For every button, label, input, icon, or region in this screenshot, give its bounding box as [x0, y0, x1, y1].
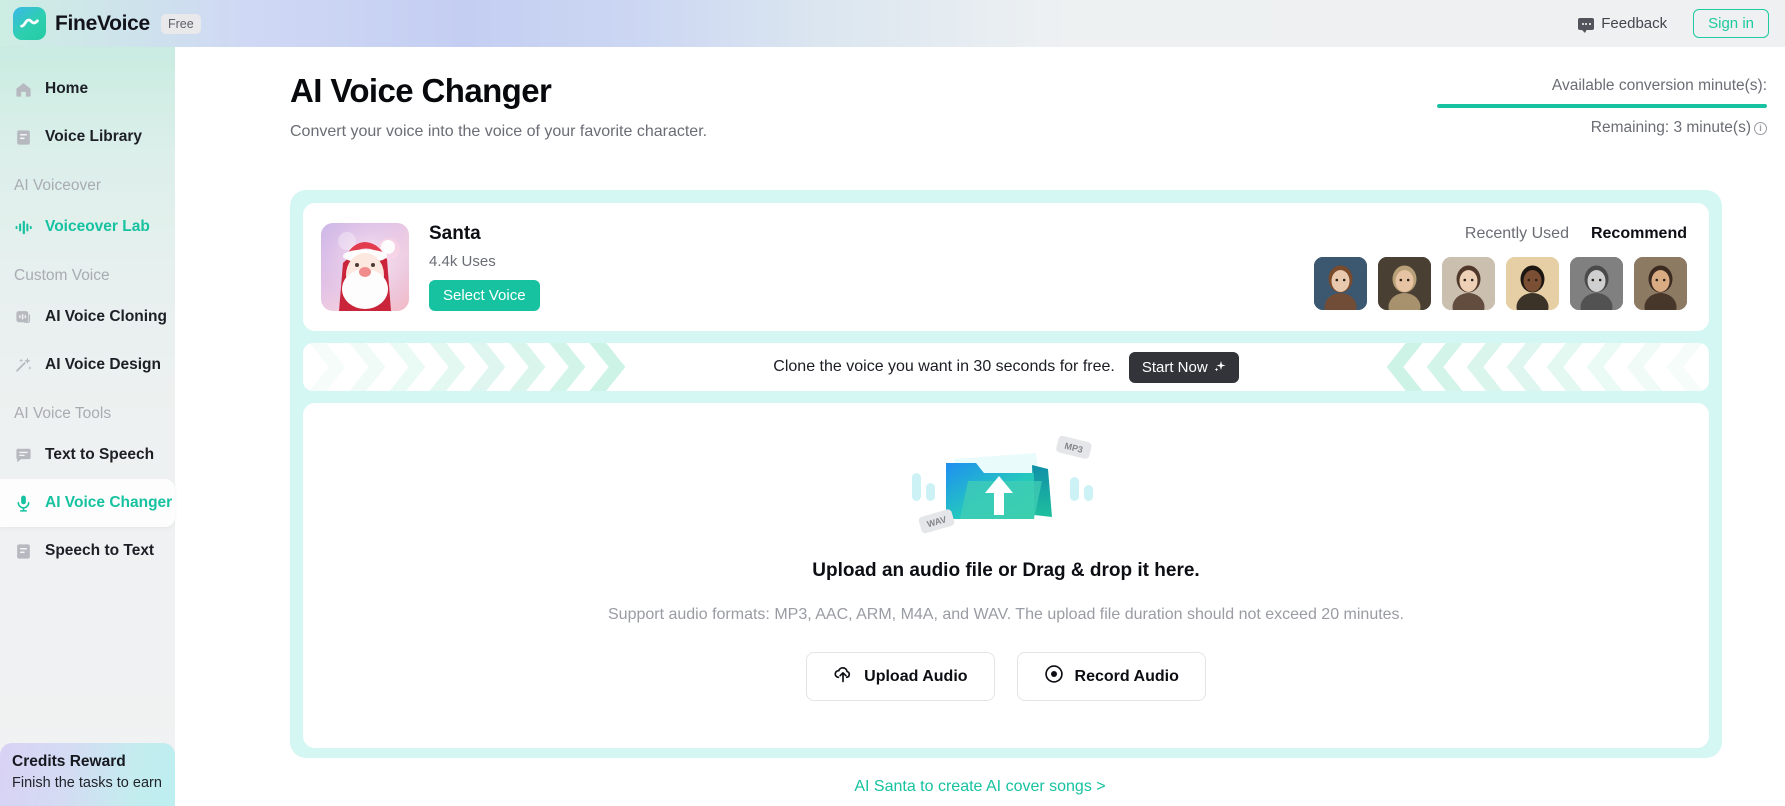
voice-name: Santa — [429, 223, 481, 244]
record-audio-label: Record Audio — [1074, 667, 1179, 685]
upload-audio-button[interactable]: Upload Audio — [806, 652, 995, 701]
upload-actions: Upload Audio Record Audio — [806, 652, 1206, 701]
voice-avatar-5[interactable] — [1570, 256, 1623, 310]
voice-changer-panel: Santa 4.4k Uses Select Voice Recently Us… — [290, 190, 1722, 758]
chevron-pattern-left-icon — [309, 343, 626, 391]
voice-clone-icon — [14, 308, 33, 327]
sidebar-section-ai-voice-tools: AI Voice Tools — [14, 405, 112, 422]
sidebar-item-ai-voice-design[interactable]: AI Voice Design — [0, 341, 175, 389]
top-header: FineVoice Free Feedback Sign in — [0, 0, 1785, 47]
brand-name: FineVoice — [55, 11, 150, 35]
tab-recently-used[interactable]: Recently Used — [1465, 225, 1569, 243]
credits-reward-subtitle: Finish the tasks to earn — [12, 775, 162, 791]
sidebar-item-label: AI Voice Changer — [45, 494, 173, 511]
sidebar-item-speech-to-text[interactable]: Speech to Text — [0, 527, 175, 575]
cloud-upload-icon — [833, 664, 853, 689]
upload-audio-label: Upload Audio — [864, 667, 968, 685]
tab-recommend[interactable]: Recommend — [1591, 225, 1687, 243]
available-minutes-panel: Available conversion minute(s): Remainin… — [1437, 77, 1767, 137]
sign-in-button[interactable]: Sign in — [1693, 9, 1769, 38]
voice-uses-count: 4.4k Uses — [429, 253, 496, 270]
voice-avatar-1[interactable] — [1314, 256, 1367, 310]
speech-bubble-icon — [14, 446, 33, 465]
voice-meta: Santa 4.4k Uses Select Voice — [429, 223, 540, 311]
brand-logo-group[interactable]: FineVoice Free — [0, 7, 201, 40]
app-root: FineVoice Free Feedback Sign in Home Voic… — [0, 0, 1785, 806]
santa-avatar — [321, 223, 409, 311]
voice-tabs: Recently Used Recommend — [1465, 225, 1687, 243]
sidebar-section-ai-voiceover: AI Voiceover — [14, 177, 102, 194]
select-voice-button[interactable]: Select Voice — [429, 280, 540, 311]
sidebar-item-label: Text to Speech — [45, 446, 155, 463]
main-content: AI Voice Changer Convert your voice into… — [175, 47, 1785, 806]
upload-dropzone[interactable]: WAV MP3 Upload an audio file or Drag & d… — [303, 403, 1709, 748]
remaining-minutes-row: Remaining: 3 minute(s) i — [1437, 119, 1767, 137]
info-icon[interactable]: i — [1754, 121, 1767, 135]
finevoice-wave-logo-icon — [13, 7, 46, 40]
record-audio-button[interactable]: Record Audio — [1016, 652, 1206, 701]
home-icon — [14, 80, 33, 99]
waveform-icon — [14, 218, 33, 237]
sparkle-icon — [1214, 359, 1226, 376]
sidebar-nav: Home Voice Library AI Voiceover Voiceover L… — [0, 65, 175, 575]
credits-reward-card[interactable]: Credits Reward Finish the tasks to earn — [0, 743, 175, 806]
sidebar-item-label: Home — [45, 80, 89, 97]
record-dot-icon — [1044, 664, 1064, 689]
plan-badge: Free — [160, 13, 201, 34]
sidebar-item-text-to-speech[interactable]: Text to Speech — [0, 431, 175, 479]
sidebar-item-ai-voice-cloning[interactable]: AI Voice Cloning — [0, 293, 175, 341]
sidebar-item-home[interactable]: Home — [0, 65, 175, 113]
sidebar-item-label: AI Voice Cloning — [45, 308, 167, 325]
feedback-button[interactable]: Feedback — [1578, 15, 1668, 33]
header-actions: Feedback Sign in — [1578, 9, 1785, 38]
feedback-label: Feedback — [1601, 15, 1668, 32]
upload-title: Upload an audio file or Drag & drop it h… — [812, 560, 1200, 581]
sidebar-item-label: AI Voice Design — [45, 356, 161, 373]
remaining-minutes-label: Remaining: 3 minute(s) — [1590, 119, 1751, 136]
sidebar-section-custom-voice: Custom Voice — [14, 267, 110, 284]
folder-upload-illustration-icon: WAV MP3 — [906, 431, 1106, 536]
voice-avatar-row — [1314, 256, 1687, 310]
minutes-progress-fill — [1437, 104, 1767, 108]
sidebar: Home Voice Library AI Voiceover Voiceover L… — [0, 47, 175, 806]
minutes-progress-track — [1437, 104, 1767, 108]
library-icon — [14, 128, 33, 147]
voice-avatar-2[interactable] — [1378, 256, 1431, 310]
sidebar-item-label: Voice Library — [45, 128, 143, 145]
credits-reward-title: Credits Reward — [12, 753, 126, 770]
start-now-button[interactable]: Start Now — [1128, 351, 1239, 383]
magic-wand-icon — [14, 356, 33, 375]
clone-banner-content: Clone the voice you want in 30 seconds f… — [773, 351, 1239, 383]
ai-cover-songs-link[interactable]: AI Santa to create AI cover songs > — [175, 778, 1785, 796]
voice-avatar-6[interactable] — [1634, 256, 1687, 310]
available-minutes-label: Available conversion minute(s): — [1551, 77, 1767, 94]
selected-voice-card: Santa 4.4k Uses Select Voice Recently Us… — [303, 203, 1709, 331]
sidebar-item-label: Voiceover Lab — [45, 218, 150, 235]
voice-avatar-3[interactable] — [1442, 256, 1495, 310]
sidebar-item-voiceover-lab[interactable]: Voiceover Lab — [0, 203, 175, 251]
document-icon — [14, 542, 33, 561]
voice-avatar-4[interactable] — [1506, 256, 1559, 310]
sidebar-item-label: Speech to Text — [45, 542, 155, 559]
start-now-label: Start Now — [1141, 358, 1208, 376]
clone-banner-text: Clone the voice you want in 30 seconds f… — [773, 358, 1115, 375]
microphone-icon — [14, 494, 33, 513]
voice-browse-area: Recently Used Recommend — [1314, 225, 1687, 310]
clone-voice-banner: Clone the voice you want in 30 seconds f… — [303, 343, 1709, 391]
sidebar-item-ai-voice-changer[interactable]: AI Voice Changer — [0, 479, 175, 527]
chevron-pattern-right-icon — [1386, 343, 1703, 391]
sidebar-item-voice-library[interactable]: Voice Library — [0, 113, 175, 161]
chat-bubble-icon — [1578, 17, 1595, 33]
upload-formats-note: Support audio formats: MP3, AAC, ARM, M4… — [608, 606, 1404, 623]
